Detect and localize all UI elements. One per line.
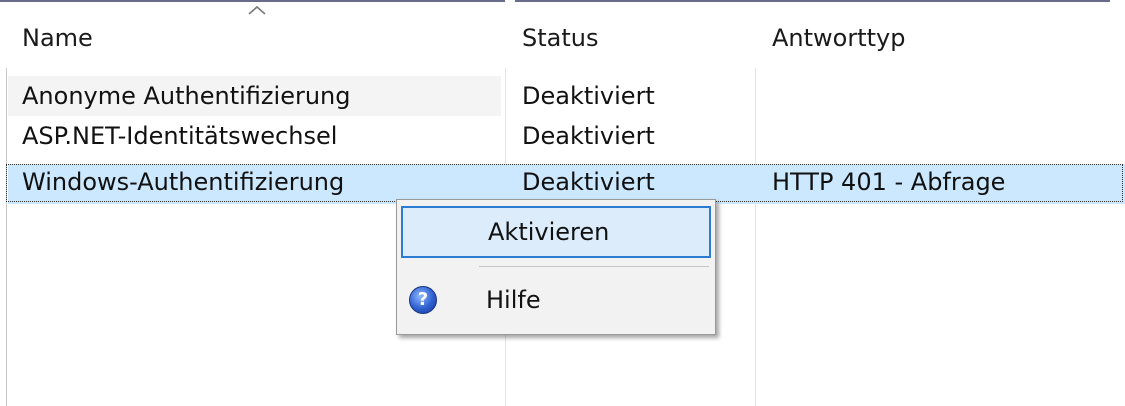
row-status-cell: Deaktiviert: [522, 122, 655, 150]
context-menu: Aktivieren ? Hilfe: [396, 199, 716, 335]
row-status-cell: Deaktiviert: [522, 82, 655, 110]
menu-item-help[interactable]: ? Hilfe: [401, 276, 711, 328]
row-response-type-cell: HTTP 401 - Abfrage: [772, 168, 1006, 196]
table-row-anonymous-auth-status-part[interactable]: Deaktiviert: [505, 76, 1125, 116]
table-row-aspnet-impersonation[interactable]: ASP.NET-Identitätswechsel Deaktiviert: [8, 116, 1125, 156]
table-row-windows-auth[interactable]: Windows-Authentifizierung Deaktiviert HT…: [6, 164, 1125, 204]
sort-ascending-chevron-icon: [248, 5, 266, 15]
column-header-row: Name Status Antworttyp: [0, 2, 1125, 68]
row-status-cell: Deaktiviert: [522, 168, 655, 196]
table-row-anonymous-auth[interactable]: Anonyme Authentifizierung: [8, 76, 501, 116]
column-header-name[interactable]: Name: [22, 20, 93, 56]
menu-item-enable[interactable]: Aktivieren: [401, 206, 711, 258]
menu-separator: [479, 266, 709, 267]
row-name-cell: ASP.NET-Identitätswechsel: [22, 122, 338, 150]
menu-item-help-label: Hilfe: [486, 286, 541, 314]
menu-item-enable-label: Aktivieren: [488, 218, 610, 246]
row-name-cell: Anonyme Authentifizierung: [22, 82, 351, 110]
help-question-icon: ?: [409, 286, 437, 314]
authentication-list-view: Name Status Antworttyp Anonyme Authentif…: [0, 0, 1125, 406]
row-name-cell: Windows-Authentifizierung: [22, 168, 345, 196]
column-header-status[interactable]: Status: [522, 20, 598, 56]
column-header-response-type[interactable]: Antworttyp: [772, 20, 905, 56]
